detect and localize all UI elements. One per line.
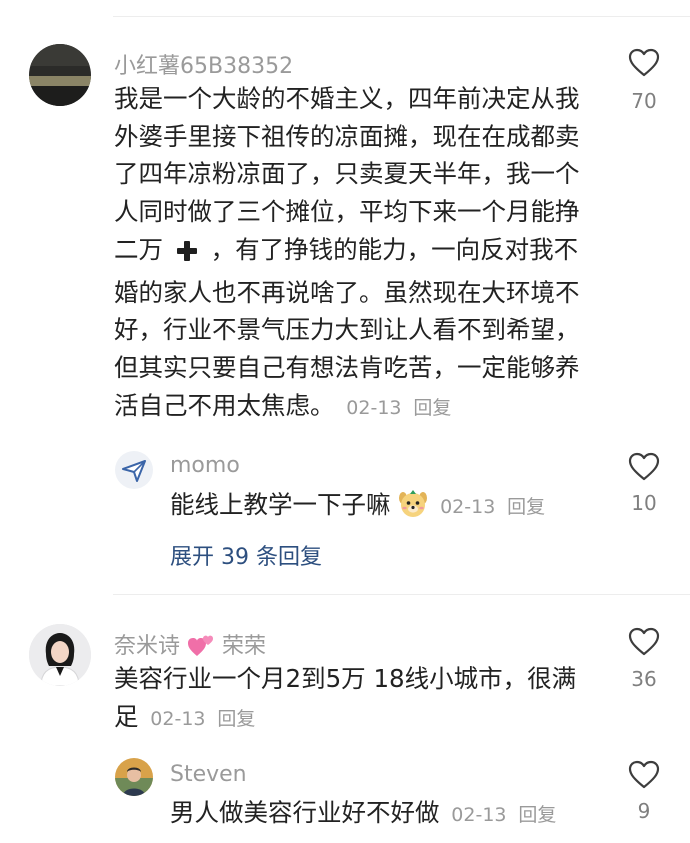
avatar[interactable] [115, 758, 153, 796]
heart-outline-icon[interactable] [628, 48, 660, 78]
heart-outline-icon[interactable] [628, 627, 660, 657]
reply-button[interactable]: 回复 [413, 397, 451, 419]
comment-fragment: 活自己不用太焦虑。 [114, 390, 335, 420]
comment-fragment: 足 [114, 701, 139, 731]
reply-date: 02-13 [440, 496, 496, 518]
username[interactable]: 奈米诗 荣荣 [114, 628, 266, 664]
reply-text-line: 男人做美容行业好不好做 02-13 回复 [170, 794, 556, 835]
username-part: 奈米诗 [114, 634, 181, 659]
username[interactable]: momo [170, 453, 240, 478]
avatar[interactable] [115, 451, 153, 489]
comment-line: 二万 ，有了挣钱的能力，一向反对我不 [114, 231, 604, 274]
comment-fragment: 二万 [114, 234, 163, 264]
username-part: 荣荣 [222, 634, 267, 659]
comment-line: 外婆手里接下祖传的凉面摊，现在在成都卖 [114, 121, 580, 151]
comment-text: 美容行业一个月2到5万 18线小城市，很满 足 02-13 回复 [114, 660, 604, 738]
comment-line: 活自己不用太焦虑。 02-13 回复 [114, 387, 604, 428]
comment-line: 了四年凉粉凉面了，只卖夏天半年，我一个 [114, 159, 580, 189]
reply-button[interactable]: 回复 [217, 708, 255, 730]
like-count: 36 [631, 667, 657, 691]
reply-text-line: 能线上教学一下子嘛 02-13 回复 [170, 486, 545, 529]
username[interactable]: 小红薯65B38352 [114, 48, 293, 80]
comment-line: 足 02-13 回复 [114, 698, 604, 739]
reply-date: 02-13 [451, 804, 507, 826]
comment-line: 好，行业不景气压力大到让人看不到希望， [114, 315, 580, 345]
dog-face-emoji [398, 490, 428, 529]
like-count: 70 [631, 89, 657, 113]
username[interactable]: Steven [170, 762, 247, 787]
like-count: 10 [631, 491, 657, 515]
comment-divider [113, 594, 690, 595]
paper-plane-icon [122, 460, 146, 482]
reply-button[interactable]: 回复 [518, 804, 556, 826]
comment-date: 02-13 [150, 707, 206, 730]
comment-line: 婚的家人也不再说啥了。虽然现在大环境不 [114, 277, 580, 307]
avatar[interactable] [29, 44, 91, 106]
comment-line: 但其实只要自己有想法肯吃苦，一定能够养 [114, 352, 580, 382]
comment-text: 我是一个大龄的不婚主义，四年前决定从我 外婆手里接下祖传的凉面摊，现在在成都卖 … [114, 80, 604, 427]
heart-outline-icon[interactable] [628, 760, 660, 790]
reply-text: 能线上教学一下子嘛 [170, 490, 391, 519]
like-count: 9 [637, 799, 651, 823]
avatar[interactable] [29, 624, 91, 686]
comment-fragment: ，有了挣钱的能力，一向反对我不 [210, 234, 579, 264]
plus-icon [175, 236, 199, 274]
reply-button[interactable]: 回复 [507, 496, 545, 518]
comment-date: 02-13 [346, 396, 402, 419]
reply-text: 男人做美容行业好不好做 [170, 798, 440, 827]
comment-line: 我是一个大龄的不婚主义，四年前决定从我 [114, 84, 580, 113]
comment-line: 美容行业一个月2到5万 18线小城市，很满 [114, 664, 577, 693]
expand-replies-button[interactable]: 展开 39 条回复 [170, 539, 322, 571]
top-divider [113, 16, 690, 17]
heart-outline-icon[interactable] [628, 452, 660, 482]
comment-line: 人同时做了三个摊位，平均下来一个月能挣 [114, 197, 580, 227]
